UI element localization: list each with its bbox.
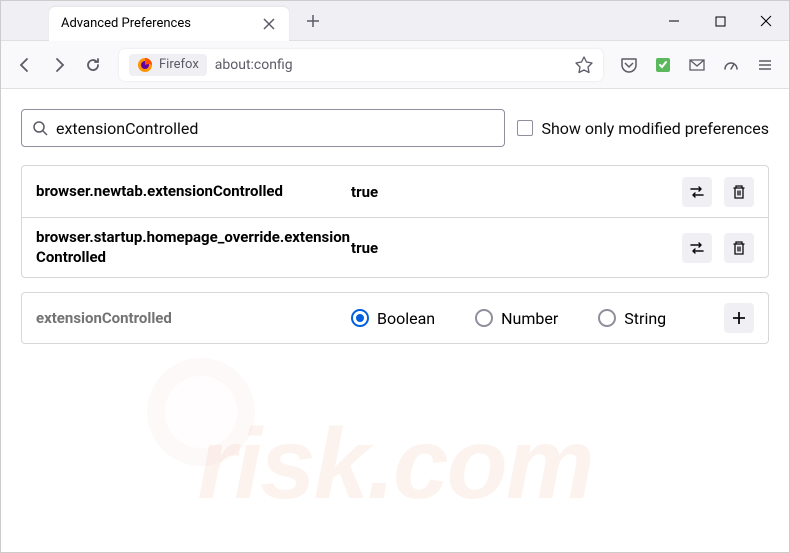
pocket-icon (620, 56, 638, 74)
plus-icon (306, 14, 320, 28)
content-area: Show only modified preferences browser.n… (1, 89, 789, 364)
toggle-icon (688, 183, 706, 201)
checkbox-icon (517, 120, 533, 136)
radio-icon (598, 309, 616, 327)
reload-icon (85, 57, 101, 73)
close-window-button[interactable] (743, 1, 789, 41)
pref-name: browser.startup.homepage_override.extens… (36, 228, 351, 267)
extension-button[interactable] (647, 49, 679, 81)
forward-button[interactable] (43, 49, 75, 81)
pref-row: browser.startup.homepage_override.extens… (22, 218, 768, 277)
back-button[interactable] (9, 49, 41, 81)
search-row: Show only modified preferences (21, 109, 769, 147)
pref-list: browser.newtab.extensionControlled true … (21, 165, 769, 278)
star-icon (575, 56, 593, 74)
minimize-button[interactable] (651, 1, 697, 41)
search-input[interactable] (56, 119, 494, 138)
radio-icon (351, 309, 369, 327)
url-text: about:config (215, 57, 567, 73)
show-modified-checkbox[interactable]: Show only modified preferences (517, 119, 769, 138)
pref-name: browser.newtab.extensionControlled (36, 182, 351, 202)
watermark-text: risk.com (197, 407, 592, 522)
window-controls (651, 1, 789, 41)
brand-label: Firefox (159, 57, 199, 72)
toggle-button[interactable] (682, 233, 712, 263)
maximize-icon (715, 16, 726, 27)
plus-icon (731, 310, 747, 326)
bookmark-button[interactable] (575, 56, 593, 74)
radio-boolean[interactable]: Boolean (351, 309, 435, 328)
new-pref-name: extensionControlled (36, 309, 351, 327)
watermark-logo (141, 352, 261, 472)
pref-actions (682, 233, 754, 263)
mail-icon (688, 56, 706, 74)
search-box[interactable] (21, 109, 505, 147)
radio-label: Number (501, 309, 558, 328)
pref-value: true (351, 239, 682, 257)
radio-label: Boolean (377, 309, 435, 328)
gauge-icon (722, 56, 740, 74)
toggle-icon (688, 239, 706, 257)
arrow-left-icon (17, 57, 33, 73)
radio-number[interactable]: Number (475, 309, 558, 328)
checkbox-label: Show only modified preferences (541, 119, 769, 138)
downloads-button[interactable] (715, 49, 747, 81)
add-button[interactable] (724, 303, 754, 333)
account-button[interactable] (681, 49, 713, 81)
arrow-right-icon (51, 57, 67, 73)
close-tab-button[interactable] (261, 16, 277, 32)
delete-button[interactable] (724, 177, 754, 207)
toggle-button[interactable] (682, 177, 712, 207)
minimize-icon (668, 15, 680, 27)
pocket-button[interactable] (613, 49, 645, 81)
active-tab[interactable]: Advanced Preferences (49, 7, 289, 41)
maximize-button[interactable] (697, 1, 743, 41)
radio-string[interactable]: String (598, 309, 666, 328)
reload-button[interactable] (77, 49, 109, 81)
radio-label: String (624, 309, 666, 328)
type-radio-group: Boolean Number String (351, 309, 724, 328)
close-icon (263, 18, 275, 30)
extension-icon (654, 56, 672, 74)
trash-icon (731, 240, 747, 256)
hamburger-icon (757, 57, 773, 73)
search-icon (32, 120, 48, 136)
delete-button[interactable] (724, 233, 754, 263)
pref-actions (682, 177, 754, 207)
radio-icon (475, 309, 493, 327)
pref-value: true (351, 183, 682, 201)
pref-row: browser.newtab.extensionControlled true (22, 166, 768, 218)
new-tab-button[interactable] (299, 7, 327, 35)
close-icon (760, 15, 772, 27)
toolbar: Firefox about:config (1, 41, 789, 89)
tab-title: Advanced Preferences (61, 16, 191, 31)
firefox-icon (137, 57, 153, 73)
trash-icon (731, 184, 747, 200)
new-pref-row: extensionControlled Boolean Number Strin… (21, 292, 769, 344)
url-bar[interactable]: Firefox about:config (119, 49, 603, 81)
titlebar: Advanced Preferences (1, 1, 789, 41)
menu-button[interactable] (749, 49, 781, 81)
identity-box[interactable]: Firefox (129, 54, 207, 76)
